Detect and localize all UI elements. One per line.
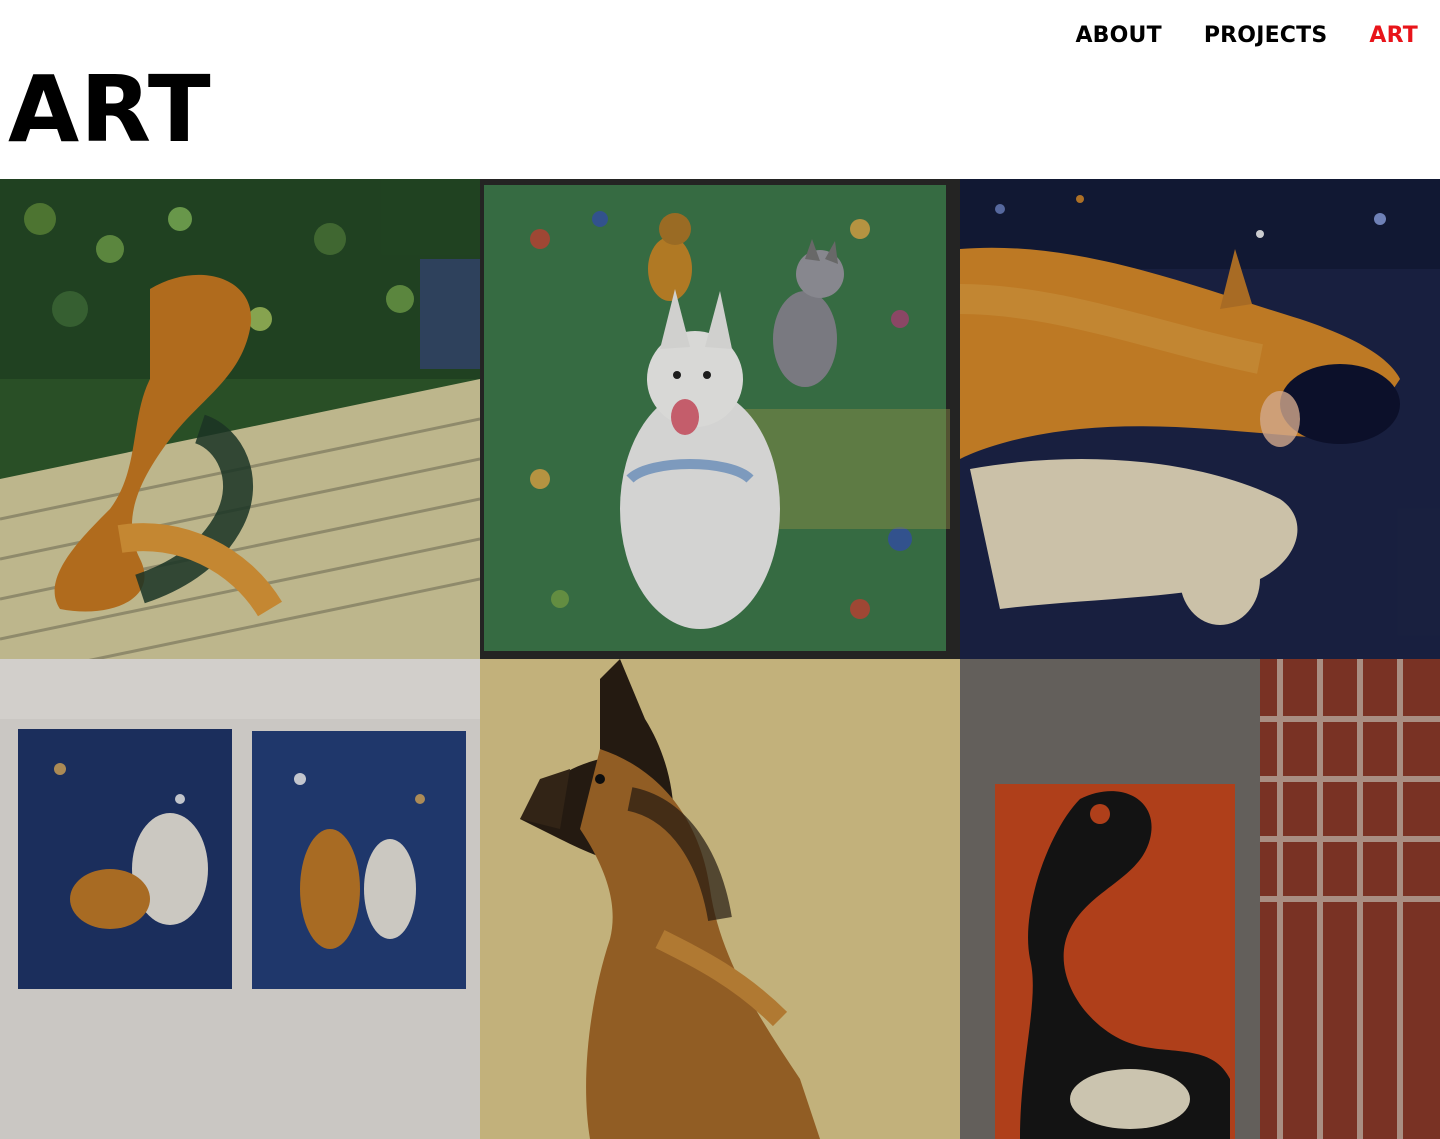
three-dogs-painting-image — [480, 179, 960, 659]
two-paintings-photo-image — [0, 659, 480, 1139]
splashing-dog-painting-image — [960, 179, 1440, 659]
nav-about-link[interactable]: ABOUT — [1075, 23, 1161, 48]
gallery-item-painting-plaid-photo[interactable] — [960, 659, 1440, 1139]
gallery-item-shepherd-profile-painting[interactable] — [480, 659, 960, 1139]
art-gallery-grid — [0, 179, 1440, 1139]
swimmers-painting-image — [0, 179, 480, 659]
main-nav: ABOUT PROJECTS ART — [1075, 0, 1440, 70]
nav-art-link[interactable]: ART — [1369, 23, 1418, 48]
gallery-item-three-dogs-painting[interactable] — [480, 179, 960, 659]
shepherd-profile-painting-image — [480, 659, 960, 1139]
gallery-item-swimmers-painting[interactable] — [0, 179, 480, 659]
page-title: ART — [8, 56, 212, 163]
gallery-item-two-paintings-photo[interactable] — [0, 659, 480, 1139]
nav-projects-link[interactable]: PROJECTS — [1204, 23, 1328, 48]
gallery-item-splashing-dog-painting[interactable] — [960, 179, 1440, 659]
painting-plaid-photo-image — [960, 659, 1440, 1139]
